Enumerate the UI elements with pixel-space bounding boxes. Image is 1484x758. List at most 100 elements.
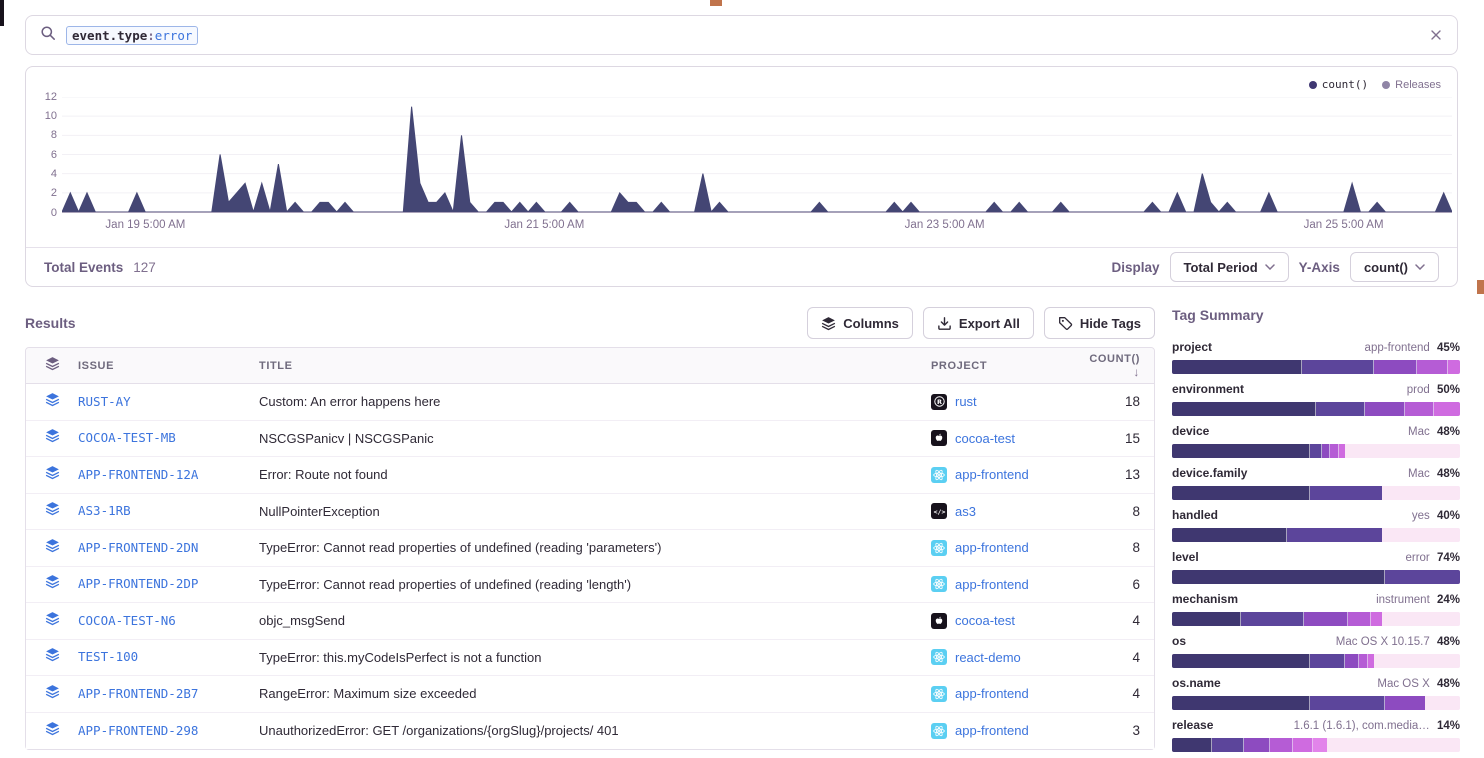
issue-id-link[interactable]: TEST-100 (78, 649, 138, 664)
tag-segment (1374, 360, 1417, 374)
tag-top-value: 1.6.1 (1.6.1), com.media… (1294, 720, 1433, 732)
tag-distribution-bar[interactable] (1172, 570, 1460, 584)
issue-stack-icon (45, 428, 60, 448)
tag-segment (1434, 402, 1460, 416)
project-link[interactable]: app-frontend (955, 686, 1029, 701)
issue-id-link[interactable]: APP-FRONTEND-12A (78, 467, 198, 482)
project-cell: app-frontend (931, 540, 1081, 556)
screen-edge-artifact (710, 0, 722, 6)
svg-text:R: R (936, 398, 941, 406)
yaxis-dropdown-value: count() (1364, 260, 1408, 275)
results-actions: Columns Export All Hide Tags (807, 307, 1155, 339)
tag-distribution-bar[interactable] (1172, 360, 1460, 374)
search-query-token[interactable]: event.type:error (66, 26, 198, 45)
issue-title: NSCGSPanicv | NSCGSPanic (259, 431, 931, 446)
tag-top-value: Mac OS X 10.15.7 (1336, 636, 1433, 648)
project-link[interactable]: app-frontend (955, 467, 1029, 482)
token-value: error (155, 28, 193, 43)
issue-id-link[interactable]: APP-FRONTEND-2DP (78, 576, 198, 591)
tag-segment (1405, 402, 1434, 416)
hide-tags-button[interactable]: Hide Tags (1044, 307, 1155, 339)
total-events-value: 127 (133, 260, 156, 275)
tag-percent: 48% (1437, 678, 1460, 690)
tag-segment (1241, 612, 1304, 626)
tag-distribution-bar[interactable] (1172, 402, 1460, 416)
tag-segment (1172, 402, 1316, 416)
legend-count[interactable]: count() (1309, 78, 1368, 91)
column-header-count[interactable]: COUNT() ↓ (1081, 353, 1156, 379)
tag-distribution-bar[interactable] (1172, 486, 1460, 500)
project-link[interactable]: react-demo (955, 650, 1021, 665)
issue-stack-icon (45, 647, 60, 667)
tag-top-value: error (1405, 552, 1432, 564)
y-axis-tick: 2 (30, 187, 57, 199)
react-icon (931, 649, 947, 665)
yaxis-dropdown[interactable]: count() (1350, 252, 1439, 282)
project-link[interactable]: cocoa-test (955, 431, 1015, 446)
issue-stack-icon (45, 392, 60, 412)
count-value: 8 (1081, 540, 1156, 555)
issue-id-link[interactable]: COCOA-TEST-N6 (78, 613, 176, 628)
tag-distribution-bar[interactable] (1172, 444, 1460, 458)
tag-distribution-bar[interactable] (1172, 654, 1460, 668)
search-bar[interactable]: event.type:error (25, 15, 1458, 55)
tag-distribution-bar[interactable] (1172, 738, 1460, 752)
chevron-down-icon (1415, 264, 1425, 270)
tag-distribution-bar[interactable] (1172, 528, 1460, 542)
column-header-project[interactable]: PROJECT (931, 360, 1081, 372)
project-link[interactable]: app-frontend (955, 723, 1029, 738)
issue-id-link[interactable]: APP-FRONTEND-2DN (78, 540, 198, 555)
tag-item: project app-frontend 45% (1172, 340, 1460, 374)
tag-segment (1287, 528, 1382, 542)
events-area-chart (62, 97, 1452, 213)
clear-search-icon[interactable] (1429, 28, 1443, 42)
tag-top-value: yes (1412, 510, 1433, 522)
tag-top-value: instrument (1376, 594, 1433, 606)
chevron-down-icon (1265, 264, 1275, 270)
column-header-issue[interactable]: ISSUE (78, 360, 259, 372)
columns-button[interactable]: Columns (807, 307, 913, 339)
issue-id-link[interactable]: AS3-1RB (78, 503, 131, 518)
project-link[interactable]: app-frontend (955, 577, 1029, 592)
stack-icon[interactable] (45, 356, 60, 376)
issue-title: TypeError: Cannot read properties of und… (259, 577, 931, 592)
display-dropdown[interactable]: Total Period (1170, 252, 1289, 282)
project-link[interactable]: app-frontend (955, 540, 1029, 555)
project-link[interactable]: cocoa-test (955, 613, 1015, 628)
tag-top-value: Mac OS X (1377, 678, 1433, 690)
results-header: Results ColumnsExport AllHide Tags (25, 307, 1155, 339)
tag-segment (1172, 738, 1212, 752)
tag-name: os.name (1172, 676, 1221, 690)
issue-id-link[interactable]: COCOA-TEST-MB (78, 430, 176, 445)
tag-segment (1302, 360, 1374, 374)
tag-percent: 74% (1437, 552, 1460, 564)
issue-title: objc_msgSend (259, 613, 931, 628)
issue-stack-icon (45, 574, 60, 594)
tag-top-value: app-frontend (1365, 342, 1433, 354)
tag-percent: 40% (1437, 510, 1460, 522)
tag-segment (1172, 486, 1310, 500)
tag-name: mechanism (1172, 592, 1238, 606)
legend-releases[interactable]: Releases (1382, 79, 1441, 91)
issue-id-link[interactable]: APP-FRONTEND-298 (78, 723, 198, 738)
column-header-title[interactable]: TITLE (259, 360, 931, 372)
issue-id-link[interactable]: RUST-AY (78, 394, 131, 409)
tag-summary-title: Tag Summary (1172, 307, 1460, 323)
tag-distribution-bar[interactable] (1172, 612, 1460, 626)
tag-segment (1172, 696, 1310, 710)
table-row: APP-FRONTEND-298 UnauthorizedError: GET … (26, 713, 1154, 750)
issue-id-link[interactable]: APP-FRONTEND-2B7 (78, 686, 198, 701)
count-value: 18 (1081, 394, 1156, 409)
project-link[interactable]: rust (955, 394, 977, 409)
tag-segment (1385, 696, 1425, 710)
screen-edge-artifact (0, 0, 3, 7)
table-row: TEST-100 TypeError: this.myCodeIsPerfect… (26, 640, 1154, 677)
tag-name: environment (1172, 382, 1244, 396)
project-link[interactable]: as3 (955, 504, 976, 519)
y-axis-tick: 0 (30, 207, 57, 219)
y-axis-tick: 4 (30, 168, 57, 180)
tag-distribution-bar[interactable] (1172, 696, 1460, 710)
issue-stack-icon (45, 501, 60, 521)
export-all-button[interactable]: Export All (923, 307, 1034, 339)
chart-footer: Total Events 127 Display Total Period Y-… (26, 247, 1457, 286)
